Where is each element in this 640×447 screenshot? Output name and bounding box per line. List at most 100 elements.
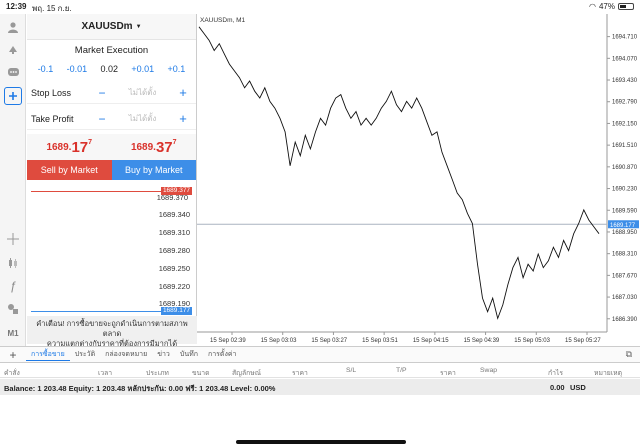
- col-type[interactable]: ประเภท: [146, 367, 169, 378]
- tab-mailbox[interactable]: กล่องจดหมาย: [100, 349, 152, 360]
- tab-settings[interactable]: การตั้งค่า: [203, 349, 242, 360]
- depth-level: 1689.340: [158, 210, 190, 219]
- depth-level: 1689.310: [158, 228, 190, 237]
- sell-by-market-button[interactable]: Sell by Market: [27, 160, 112, 180]
- y-tick-label: 1690.230: [612, 187, 638, 193]
- depth-level: 1689.280: [158, 246, 190, 255]
- depth-level: 1689.220: [158, 282, 190, 291]
- x-tick-label: 15 Sep 04:15: [413, 338, 449, 344]
- col-sl[interactable]: S/L: [346, 367, 356, 374]
- battery-percent: 47%: [598, 2, 615, 11]
- tab-trade[interactable]: การซื้อขาย: [26, 349, 70, 361]
- add-order-icon[interactable]: [4, 87, 22, 105]
- price-chart[interactable]: XAUUSDm, M1 1694.710 1694.070 1693.430 1692.…: [197, 14, 640, 346]
- add-icon[interactable]: +: [0, 348, 26, 362]
- volume-value[interactable]: 0.02: [100, 64, 118, 74]
- y-tick-label: 1688.950: [612, 230, 638, 236]
- ask-price-big: 37: [155, 138, 173, 156]
- stop-loss-input[interactable]: ไม่ได้ตั้ง: [111, 86, 174, 99]
- user-icon[interactable]: [4, 18, 22, 36]
- price-series-line: [198, 26, 600, 320]
- y-tick-label: 1688.310: [612, 252, 638, 258]
- execution-type[interactable]: Market Execution: [27, 45, 196, 56]
- symbol-name: XAUUSDm: [81, 21, 133, 32]
- col-time[interactable]: เวลา: [98, 367, 112, 378]
- timeframe-icon[interactable]: M1: [4, 324, 22, 342]
- candle-icon[interactable]: [4, 254, 22, 272]
- trade-icon[interactable]: [4, 40, 22, 58]
- function-icon[interactable]: ƒ: [4, 277, 22, 295]
- bid-price-big: 17: [71, 138, 89, 156]
- volume-plus-0-1[interactable]: +0.1: [168, 64, 186, 74]
- col-profit[interactable]: กำไร: [548, 367, 563, 378]
- y-tick-label: 1693.430: [612, 78, 638, 84]
- status-bar: 12:39 พฤ. 15 ก.ย. ◠ 47%: [0, 0, 640, 14]
- bottom-tab-bar: + การซื้อขาย ประวัติ กล่องจดหมาย ข่าว บั…: [0, 346, 640, 363]
- x-tick-label: 15 Sep 03:51: [362, 338, 398, 344]
- warning-line-1: คำเตือน! การซื้อขายจะถูกดำเนินการตามสภาพ…: [36, 319, 188, 338]
- col-swap[interactable]: Swap: [480, 367, 497, 374]
- stop-loss-minus-button[interactable]: −: [93, 86, 111, 100]
- x-tick-label: 15 Sep 04:39: [464, 338, 500, 344]
- tab-journal[interactable]: บันทึก: [175, 349, 203, 360]
- tab-news[interactable]: ข่าว: [152, 349, 175, 360]
- take-profit-minus-button[interactable]: −: [93, 112, 111, 126]
- x-tick-label: 15 Sep 05:27: [565, 338, 601, 344]
- x-tick-label: 15 Sep 03:03: [261, 338, 297, 344]
- y-tick-label: 1690.870: [612, 165, 638, 171]
- order-buttons: Sell by Market Buy by Market: [27, 160, 196, 180]
- stop-loss-plus-button[interactable]: +: [174, 85, 192, 100]
- y-tick-label: 1694.710: [612, 35, 638, 41]
- take-profit-input[interactable]: ไม่ได้ตั้ง: [111, 112, 174, 125]
- y-tick-label: 1686.390: [612, 317, 638, 323]
- y-tick-label: 1687.670: [612, 273, 638, 279]
- volume-plus-0-01[interactable]: +0.01: [131, 64, 154, 74]
- stop-loss-label: Stop Loss: [31, 87, 72, 98]
- take-profit-row: Take Profit − ไม่ได้ตั้ง +: [27, 108, 196, 130]
- volume-minus-0-01[interactable]: -0.01: [67, 64, 88, 74]
- ask-price-sup: 7: [172, 139, 177, 146]
- market-warning: คำเตือน! การซื้อขายจะถูกดำเนินการตามสภาพ…: [27, 316, 197, 348]
- balance-profit: 0.00: [550, 383, 565, 392]
- chevron-down-icon: ▼: [135, 23, 142, 30]
- orders-table-header: คำสั่ง เวลา ประเภท ขนาด สัญลักษณ์ ราคา S…: [0, 364, 640, 378]
- wifi-icon: ◠: [589, 2, 596, 11]
- panel-toggle-icon[interactable]: ⧉: [626, 349, 632, 360]
- col-volume[interactable]: ขนาด: [192, 367, 210, 378]
- col-comment[interactable]: หมายเหตุ: [594, 367, 622, 378]
- battery-icon: [618, 3, 634, 10]
- home-indicator[interactable]: [236, 440, 406, 444]
- tab-history[interactable]: ประวัติ: [70, 349, 100, 360]
- symbol-selector[interactable]: XAUUSDm ▼: [27, 14, 196, 40]
- y-tick-label: 1689.590: [612, 208, 638, 214]
- current-price-label: 1689.177: [610, 223, 636, 229]
- stop-loss-row: Stop Loss − ไม่ได้ตั้ง +: [27, 82, 196, 104]
- trade-panel: XAUUSDm ▼ Market Execution -0.1 -0.01 0.…: [27, 14, 197, 348]
- battery-indicator: ◠ 47%: [589, 2, 634, 11]
- volume-minus-0-1[interactable]: -0.1: [38, 64, 54, 74]
- col-symbol[interactable]: สัญลักษณ์: [232, 367, 261, 378]
- take-profit-label: Take Profit: [31, 113, 74, 124]
- col-order[interactable]: คำสั่ง: [4, 367, 20, 378]
- balance-currency: USD: [570, 383, 586, 392]
- objects-icon[interactable]: [4, 300, 22, 318]
- bid-price: 1689. 17 7: [27, 134, 112, 160]
- col-price-current[interactable]: ราคา: [440, 367, 456, 378]
- volume-stepper: -0.1 -0.01 0.02 +0.01 +0.1: [27, 64, 196, 74]
- chart-title: XAUUSDm, M1: [200, 17, 246, 24]
- ask-price-prefix: 1689.: [130, 141, 156, 153]
- crosshair-icon[interactable]: [4, 230, 22, 248]
- left-toolbar: ƒ M1: [0, 14, 26, 346]
- y-tick-label: 1687.030: [612, 295, 638, 301]
- clock: 12:39: [6, 2, 27, 11]
- col-tp[interactable]: T/P: [396, 367, 407, 374]
- chart-canvas[interactable]: XAUUSDm, M1 1694.710 1694.070 1693.430 1692.…: [197, 14, 640, 346]
- chat-icon[interactable]: [4, 64, 22, 82]
- y-tick-label: 1692.790: [612, 100, 638, 106]
- col-price[interactable]: ราคา: [292, 367, 308, 378]
- balance-summary: Balance: 1 203.48 Equity: 1 203.48 หลักป…: [4, 384, 276, 393]
- y-tick-label: 1692.150: [612, 121, 638, 127]
- buy-by-market-button[interactable]: Buy by Market: [111, 160, 196, 180]
- take-profit-plus-button[interactable]: +: [174, 111, 192, 126]
- x-tick-label: 15 Sep 05:03: [514, 338, 550, 344]
